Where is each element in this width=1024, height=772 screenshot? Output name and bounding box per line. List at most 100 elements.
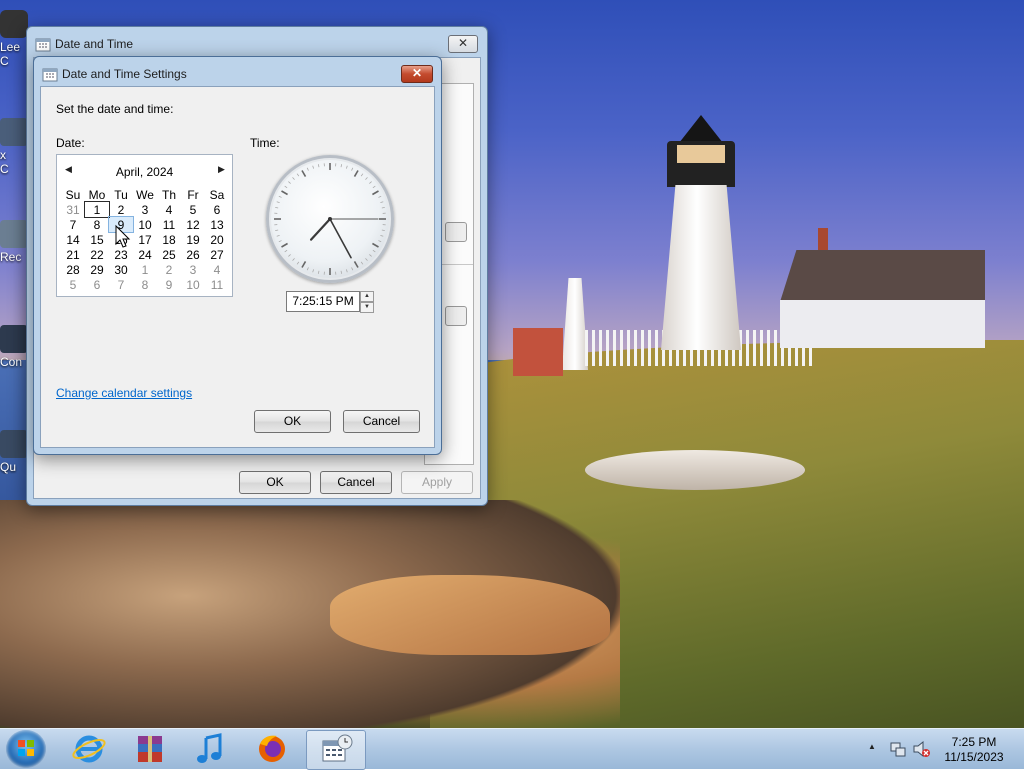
music-player-icon (182, 730, 240, 768)
start-button[interactable] (6, 730, 46, 768)
clock-time: 7:25 PM (932, 735, 1016, 750)
wallpaper-small-house (513, 328, 563, 376)
calendar-day[interactable]: 1 (133, 262, 157, 277)
ok-button[interactable]: OK (239, 471, 311, 494)
taskbar-item-date-time[interactable] (306, 730, 366, 770)
calendar-week-row: 78910111213 (61, 217, 229, 232)
time-spinner[interactable]: ▲ ▼ (360, 291, 374, 310)
calendar-icon (42, 66, 58, 82)
taskbar-clock[interactable]: 7:25 PM 11/15/2023 (932, 735, 1016, 765)
calendar-day[interactable]: 21 (61, 247, 85, 262)
calendar-day[interactable]: 24 (133, 247, 157, 262)
app-icon (0, 118, 28, 146)
calendar-day[interactable]: 25 (157, 247, 181, 262)
close-button[interactable]: ✕ (401, 65, 433, 83)
dialog-title: Date and Time Settings (62, 67, 187, 81)
volume-muted-icon[interactable] (912, 740, 930, 758)
calendar-day[interactable]: 8 (133, 277, 157, 292)
desktop-icon-label: Lee C (0, 40, 20, 68)
calendar-day[interactable]: 2 (157, 262, 181, 277)
apply-button[interactable]: Apply (401, 471, 473, 494)
calendar-day[interactable]: 11 (205, 277, 229, 292)
calendar-day[interactable]: 4 (157, 202, 181, 217)
spin-down-button[interactable]: ▼ (360, 302, 374, 313)
close-icon: ✕ (412, 66, 422, 80)
panel-button[interactable] (445, 222, 467, 242)
calendar-day[interactable]: 18 (157, 232, 181, 247)
change-calendar-settings-link[interactable]: Change calendar settings (56, 386, 192, 400)
close-icon: ✕ (458, 36, 468, 50)
network-icon[interactable] (889, 740, 907, 758)
calendar-day[interactable]: 20 (205, 232, 229, 247)
calendar-day[interactable]: 5 (61, 277, 85, 292)
taskbar-item-firefox[interactable] (243, 730, 301, 768)
desktop-icon-label: Qu (0, 460, 16, 474)
calendar-week-row: 567891011 (61, 277, 229, 292)
taskbar-item-winrar[interactable] (121, 730, 179, 768)
taskbar: ▲ 7:25 PM 11/15/2023 (0, 728, 1024, 769)
date-time-settings-dialog: Date and Time Settings ✕ Set the date an… (33, 56, 442, 455)
calendar-day[interactable]: 12 (181, 217, 205, 232)
dialog-title: Date and Time (55, 37, 133, 51)
weekday-header: Fr (181, 187, 205, 202)
calendar-day[interactable]: 7 (61, 217, 85, 232)
next-month-button[interactable]: ▶ (218, 164, 225, 175)
calendar-day[interactable]: 19 (181, 232, 205, 247)
calendar-day[interactable]: 3 (133, 202, 157, 217)
calendar-grid: SuMoTuWeThFrSa 3112345678910111213141516… (61, 187, 229, 292)
cancel-button[interactable]: Cancel (320, 471, 392, 494)
weekday-header: Th (157, 187, 181, 202)
calendar-day[interactable]: 29 (85, 262, 109, 277)
clock-date: 11/15/2023 (932, 750, 1016, 765)
taskbar-item-internet-explorer[interactable] (60, 730, 118, 768)
spin-up-button[interactable]: ▲ (360, 291, 374, 302)
calendar-day[interactable]: 6 (85, 277, 109, 292)
calendar-day[interactable]: 9 (157, 277, 181, 292)
calendar-day[interactable]: 26 (181, 247, 205, 262)
calendar-month-label[interactable]: April, 2024 (57, 165, 232, 179)
calendar-day[interactable]: 27 (205, 247, 229, 262)
calendar-day[interactable]: 14 (61, 232, 85, 247)
desktop-icon-label: Con (0, 355, 22, 369)
calendar-day[interactable]: 8 (85, 217, 109, 232)
calendar-day[interactable]: 30 (109, 262, 133, 277)
ok-button[interactable]: OK (254, 410, 331, 433)
calendar-day[interactable]: 10 (181, 277, 205, 292)
panel-button[interactable] (445, 306, 467, 326)
calendar-day[interactable]: 4 (205, 262, 229, 277)
analog-clock (266, 155, 394, 283)
calendar-day[interactable]: 28 (61, 262, 85, 277)
weekday-header: Mo (85, 187, 109, 202)
internet-explorer-icon (60, 730, 118, 768)
calendar-day[interactable]: 7 (109, 277, 133, 292)
calendar-day[interactable]: 22 (85, 247, 109, 262)
calendar-day[interactable]: 13 (205, 217, 229, 232)
calendar-day[interactable]: 11 (157, 217, 181, 232)
calendar-day[interactable]: 5 (181, 202, 205, 217)
calendar-day[interactable]: 1 (85, 202, 109, 217)
instruction-text: Set the date and time: (56, 102, 173, 116)
cancel-button[interactable]: Cancel (343, 410, 420, 433)
calendar-day[interactable]: 31 (61, 202, 85, 217)
control-panel-icon (0, 325, 28, 353)
calendar-day[interactable]: 15 (85, 232, 109, 247)
dialog-client-area: Set the date and time: Date: Time: ◀ Apr… (40, 86, 435, 448)
close-button[interactable]: ✕ (448, 35, 478, 53)
time-input[interactable]: 7:25:15 PM (286, 291, 360, 312)
wallpaper-rock (330, 575, 610, 655)
calendar-day[interactable]: 2 (109, 202, 133, 217)
calendar-day[interactable]: 3 (181, 262, 205, 277)
calendar-icon (35, 36, 51, 52)
calendar-day[interactable]: 17 (133, 232, 157, 247)
calendar: ◀ April, 2024 ▶ SuMoTuWeThFrSa 311234567… (56, 154, 233, 297)
wallpaper-house (780, 250, 985, 346)
winrar-icon (121, 730, 179, 768)
calendar-day[interactable]: 10 (133, 217, 157, 232)
app-icon (0, 10, 28, 38)
calendar-day[interactable]: 6 (205, 202, 229, 217)
taskbar-item-music[interactable] (182, 730, 240, 768)
desktop-icon-label: Rec (0, 250, 21, 264)
show-hidden-icons-button[interactable]: ▲ (868, 742, 876, 751)
windows-logo-icon (6, 730, 46, 768)
calendar-week-row: 2829301234 (61, 262, 229, 277)
